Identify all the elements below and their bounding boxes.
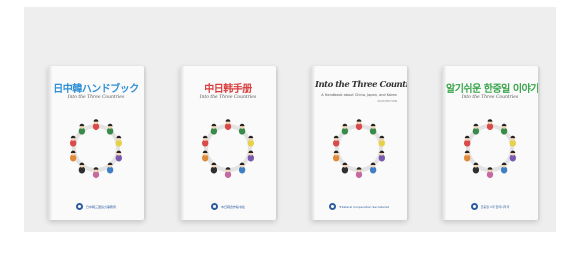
book-korean-cover[interactable]: 알기쉬운 한중일 이야기 Into the Three Countries 한중… <box>442 66 538 220</box>
person-figure <box>224 167 232 179</box>
person-figure <box>341 123 349 135</box>
person-figure <box>201 135 209 147</box>
book-title: 中日韩手册 <box>204 84 252 95</box>
person-figure <box>355 119 363 131</box>
person-figure <box>106 123 114 135</box>
person-figure <box>210 162 218 174</box>
person-figure <box>472 162 480 174</box>
person-figure <box>486 119 494 131</box>
person-figure <box>332 135 340 147</box>
book-title: 日中韓ハンドブック <box>53 84 139 95</box>
person-figure <box>115 135 123 147</box>
people-circle-illustration <box>332 119 386 179</box>
person-figure <box>92 119 100 131</box>
book-english-cover[interactable]: Into the Three Countries A Handbook abou… <box>311 66 407 220</box>
person-figure <box>247 135 255 147</box>
person-figure <box>355 167 363 179</box>
person-figure <box>500 123 508 135</box>
publisher-logo: 中日韩合作秘书处 <box>190 203 266 210</box>
tcs-logo-icon <box>329 203 337 210</box>
person-figure <box>500 162 508 174</box>
person-figure <box>78 162 86 174</box>
people-circle-illustration <box>463 119 517 179</box>
person-figure <box>201 150 209 162</box>
person-figure <box>369 123 377 135</box>
publisher-name: Trilateral Cooperation Secretariat <box>339 204 389 209</box>
person-figure <box>69 135 77 147</box>
person-figure <box>238 162 246 174</box>
tcs-logo-icon <box>75 203 83 210</box>
publisher-name: 中日韩合作秘书处 <box>220 204 245 209</box>
people-circle-illustration <box>69 119 123 179</box>
publisher-logo: 한중일 3국 협력사무국 <box>452 203 528 210</box>
person-figure <box>224 119 232 131</box>
person-figure <box>69 150 77 162</box>
book-japanese-cover[interactable]: 日中韓ハンドブック Into the Three Countries 日中韓三国… <box>48 66 144 220</box>
person-figure <box>509 135 517 147</box>
person-figure <box>238 123 246 135</box>
book-subtitle: Into the Three Countries <box>461 95 519 100</box>
book-title: 알기쉬운 한중일 이야기 <box>446 84 538 95</box>
publisher-logo: Trilateral Cooperation Secretariat <box>321 203 397 210</box>
people-circle-illustration <box>201 119 255 179</box>
person-figure <box>463 150 471 162</box>
person-figure <box>106 162 114 174</box>
book-description: A Handbook about China, Japan, and Korea <box>321 93 397 97</box>
edition-tag: 2020 EDITION <box>377 99 397 103</box>
person-figure <box>115 150 123 162</box>
person-figure <box>341 162 349 174</box>
person-figure <box>486 167 494 179</box>
book-title: Into the Three Countries <box>315 80 407 90</box>
person-figure <box>369 162 377 174</box>
person-figure <box>247 150 255 162</box>
publisher-name: 日中韓三国協力事務局 <box>85 204 116 209</box>
book-chinese-cover[interactable]: 中日韩手册 Into the Three Countries 中日韩合作秘书处 <box>180 66 276 220</box>
person-figure <box>92 167 100 179</box>
person-figure <box>463 135 471 147</box>
book-subtitle: Into the Three Countries <box>199 95 257 100</box>
person-figure <box>378 150 386 162</box>
person-figure <box>78 123 86 135</box>
person-figure <box>472 123 480 135</box>
person-figure <box>378 135 386 147</box>
publisher-name: 한중일 3국 협력사무국 <box>480 204 510 209</box>
publisher-logo: 日中韓三国協力事務局 <box>58 203 134 210</box>
book-subtitle: Into the Three Countries <box>67 95 125 100</box>
person-figure <box>332 150 340 162</box>
tcs-logo-icon <box>470 203 478 210</box>
tcs-logo-icon <box>210 203 218 210</box>
person-figure <box>509 150 517 162</box>
person-figure <box>210 123 218 135</box>
